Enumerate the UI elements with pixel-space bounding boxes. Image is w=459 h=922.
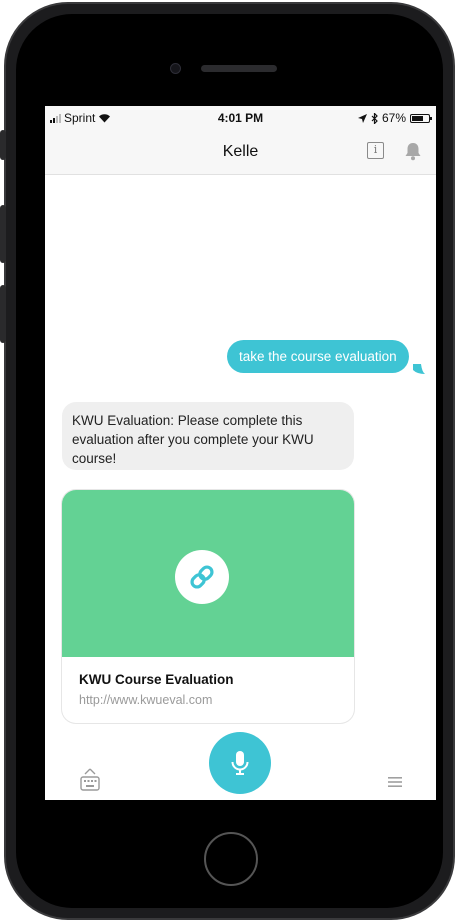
navigation-bar: Kelle i [45, 130, 436, 175]
battery-percent: 67% [381, 111, 406, 125]
front-camera [170, 63, 181, 74]
earpiece-speaker [201, 65, 277, 72]
mute-switch [0, 130, 6, 160]
keyboard-icon[interactable] [80, 768, 100, 792]
status-right: 67% [357, 111, 432, 125]
link-icon-circle [175, 550, 229, 604]
input-toolbar [45, 732, 436, 800]
user-message-bubble: take the course evaluation [227, 340, 409, 373]
link-icon [190, 565, 214, 589]
battery-icon [410, 113, 432, 123]
card-title[interactable]: KWU Course Evaluation [79, 672, 234, 687]
bell-icon[interactable] [403, 141, 423, 161]
battery-fill [412, 115, 423, 121]
volume-down-button [0, 285, 6, 343]
menu-icon[interactable] [388, 776, 402, 788]
microphone-button[interactable] [209, 732, 271, 794]
user-bubble-tail [413, 364, 425, 374]
status-bar: Sprint 4:01 PM 67% [45, 106, 436, 130]
card-url[interactable]: http://www.kwueval.com [79, 693, 212, 707]
bluetooth-icon [371, 112, 378, 124]
card-hero-image [62, 490, 354, 657]
bot-message-bubble: KWU Evaluation: Please complete this eva… [62, 402, 354, 470]
microphone-icon [231, 751, 249, 775]
link-preview-card[interactable]: KWU Course Evaluation http://www.kwueval… [62, 490, 354, 723]
home-button[interactable] [204, 832, 258, 886]
volume-up-button [0, 205, 6, 263]
info-icon[interactable]: i [367, 142, 384, 159]
app-screen: Sprint 4:01 PM 67% Kelle i take the cour… [45, 106, 436, 800]
location-arrow-icon [357, 113, 367, 123]
